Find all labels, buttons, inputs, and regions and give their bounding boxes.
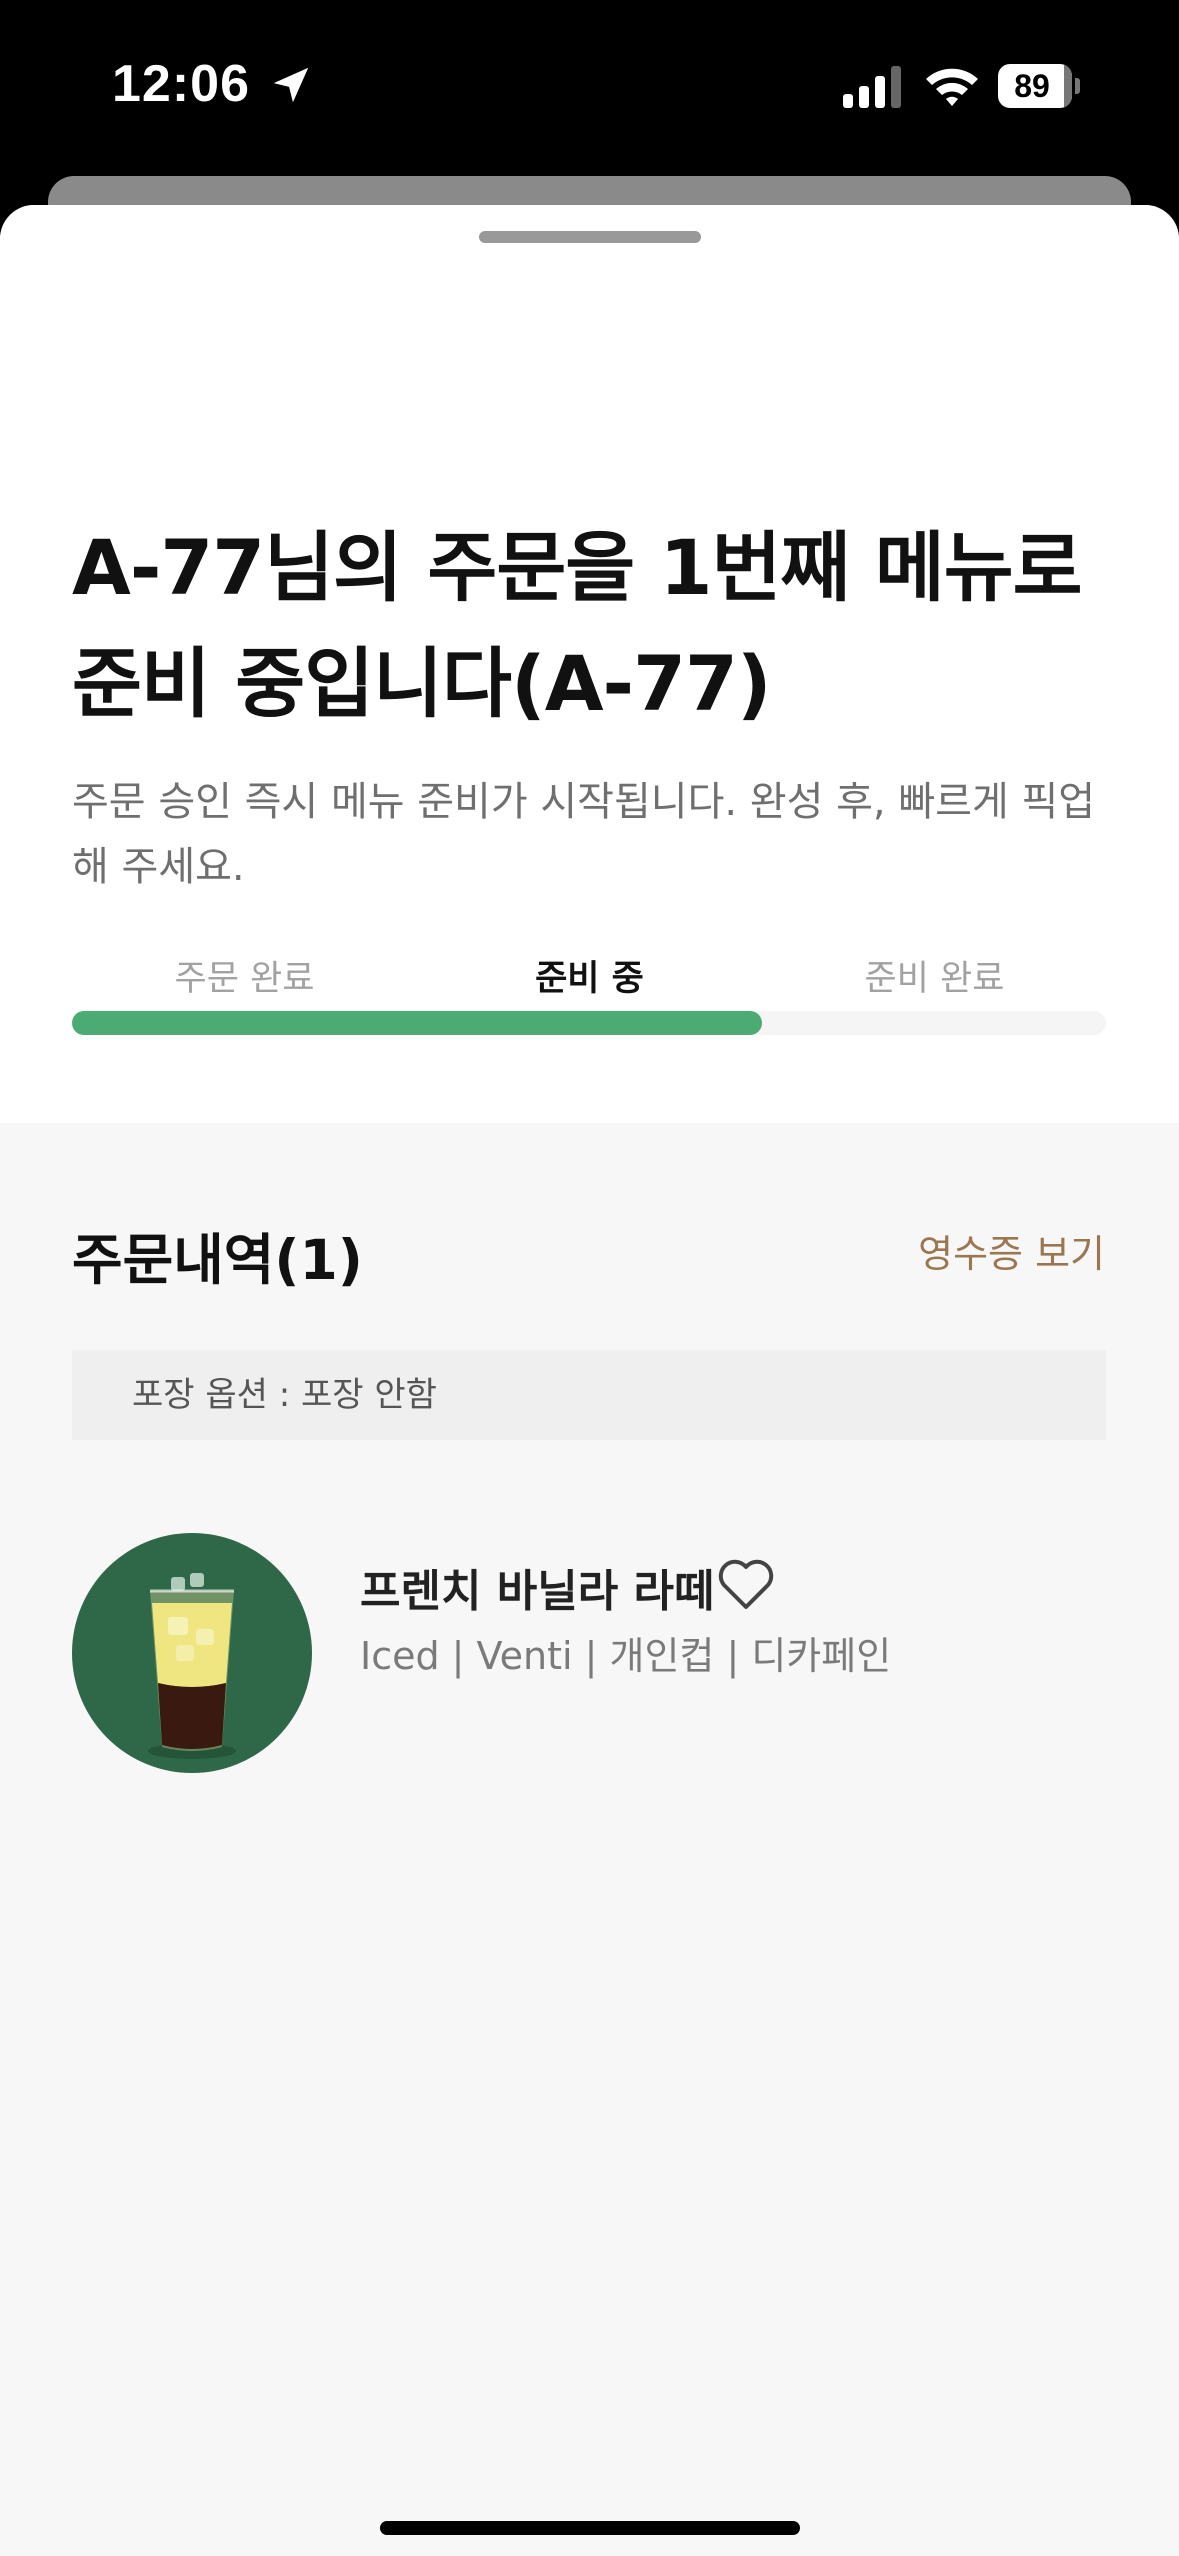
step-order-complete: 주문 완료 (174, 959, 315, 999)
status-bar: 12:06 89 (0, 0, 1179, 175)
home-indicator[interactable] (380, 2521, 800, 2535)
order-progress-bar (72, 1011, 1106, 1035)
step-preparing: 준비 중 (535, 959, 644, 999)
product-image (72, 1533, 312, 1773)
product-name: 프렌치 바닐라 라떼 (360, 1566, 715, 1617)
headline-line-1: A-77님의 주문을 1번째 메뉴로 (72, 523, 1083, 612)
step-ready: 준비 완료 (864, 959, 1005, 999)
wifi-icon (926, 68, 978, 106)
packaging-option-text: 포장 옵션 : 포장 안함 (132, 1375, 437, 1415)
location-arrow-icon (273, 67, 309, 103)
description-line-1: 주문 승인 즉시 메뉴 준비가 시작됩니다. 완성 후, 빠르게 픽업 (72, 779, 1096, 825)
packaging-option-box: 포장 옵션 : 포장 안함 (72, 1350, 1106, 1440)
order-details-title: 주문내역(1) (72, 1228, 363, 1292)
view-receipt-link[interactable]: 영수증 보기 (918, 1223, 1105, 1278)
order-progress-steps: 주문 완료 준비 중 준비 완료 (72, 950, 1106, 1000)
order-progress-fill (72, 1011, 762, 1035)
order-status-headline: A-77님의 주문을 1번째 메뉴로 준비 중입니다(A-77) (72, 510, 1132, 742)
cellular-signal-icon (843, 66, 901, 108)
battery-level: 89 (1014, 68, 1050, 104)
status-time: 12:06 (112, 55, 250, 113)
order-status-description: 주문 승인 즉시 메뉴 준비가 시작됩니다. 완성 후, 빠르게 픽업 해 주세… (72, 770, 1122, 900)
battery-icon: 89 (998, 64, 1080, 108)
product-options: Iced | Venti | 개인컵 | 디카페인 (360, 1634, 892, 1678)
description-line-2: 해 주세요. (72, 844, 245, 890)
sheet-grabber-handle[interactable] (479, 231, 701, 243)
iced-latte-drink-icon (148, 1573, 236, 1759)
order-status-sheet[interactable]: A-77님의 주문을 1번째 메뉴로 준비 중입니다(A-77) 주문 승인 즉… (0, 205, 1179, 2556)
heart-outline-icon[interactable] (716, 1555, 776, 1611)
headline-line-2: 준비 중입니다(A-77) (72, 639, 772, 728)
